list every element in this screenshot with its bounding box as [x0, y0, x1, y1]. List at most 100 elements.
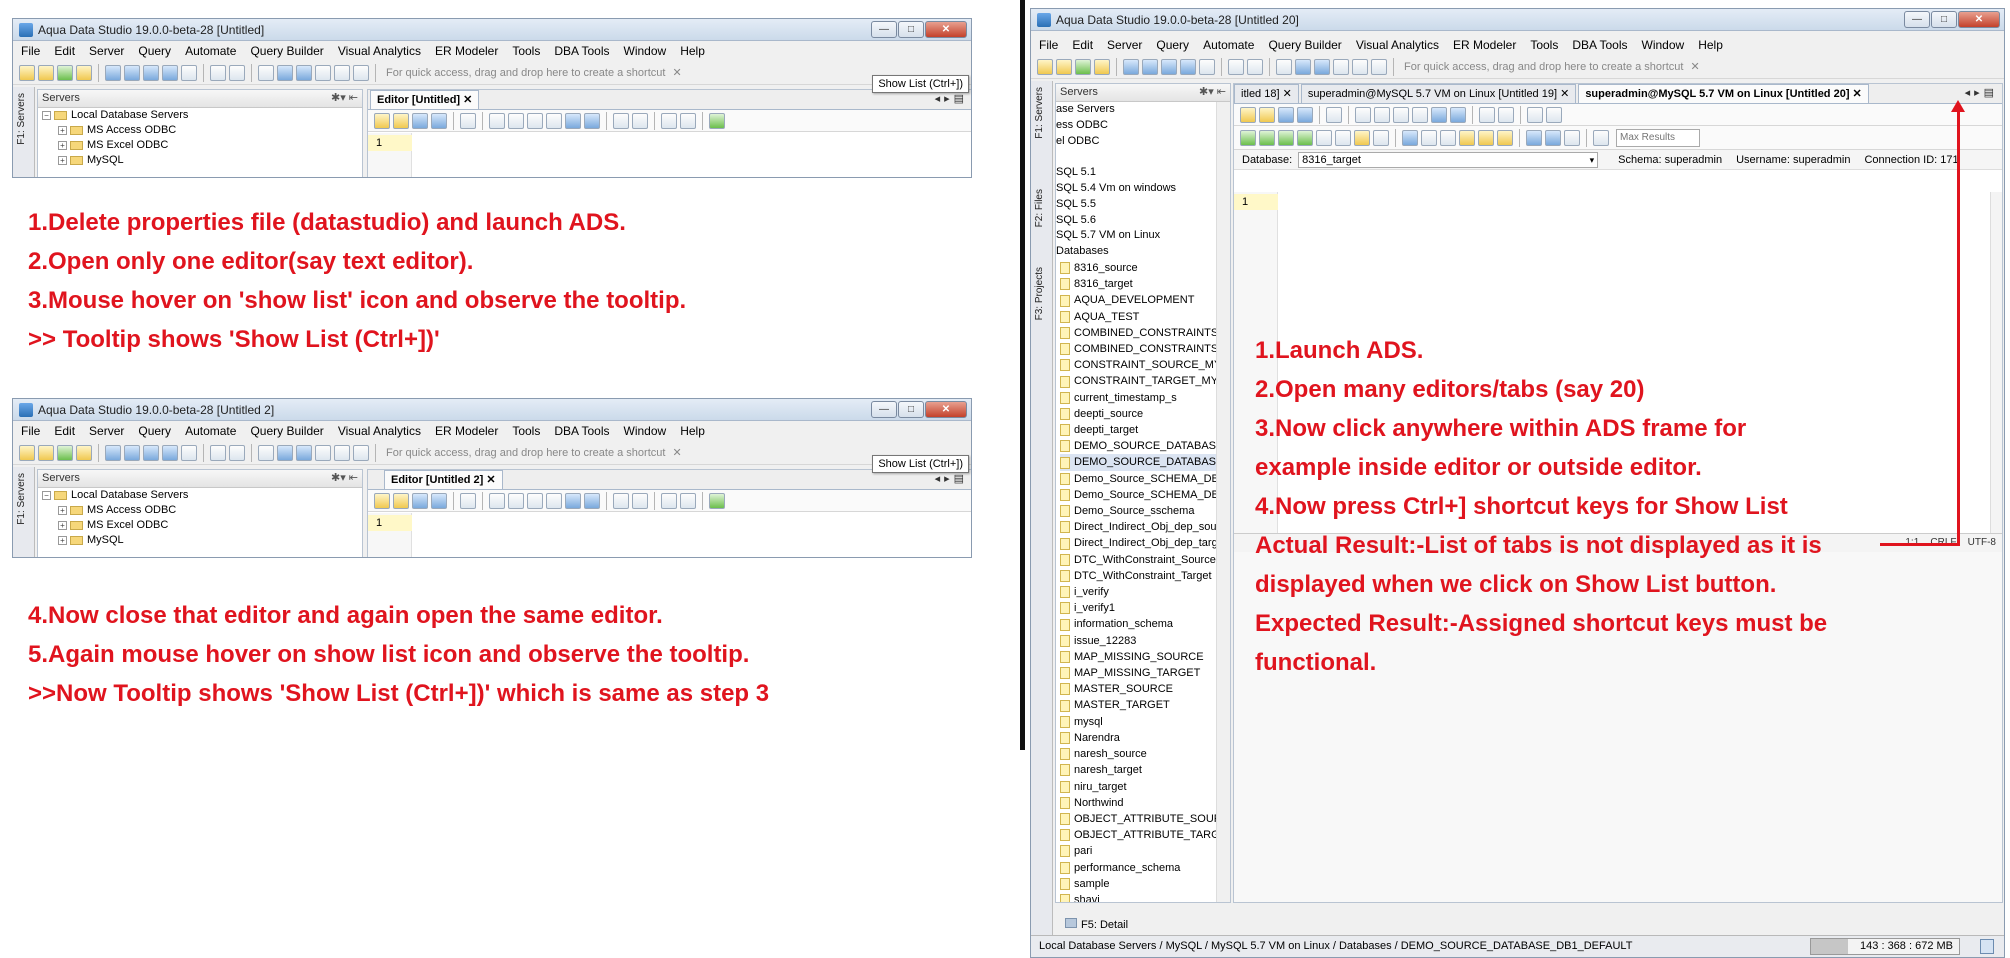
menu-visual-analytics[interactable]: Visual Analytics	[338, 424, 421, 438]
database-item[interactable]: Narendra	[1060, 730, 1230, 746]
tree-node[interactable]: el ODBC	[1056, 134, 1230, 150]
tree-node[interactable]: − Local Database Servers	[42, 108, 362, 123]
tree-node[interactable]: SQL 5.7 VM on Linux	[1056, 228, 1230, 244]
menu-query-builder[interactable]: Query Builder	[1268, 38, 1341, 52]
save-icon[interactable]	[412, 112, 428, 129]
menu-automate[interactable]: Automate	[1203, 38, 1254, 52]
grid-icon[interactable]	[277, 64, 293, 81]
tree-node[interactable]: SQL 5.1	[1056, 165, 1230, 181]
open-icon[interactable]	[1259, 106, 1275, 123]
layout-list-icon[interactable]	[1564, 129, 1580, 146]
open-icon[interactable]	[393, 112, 409, 129]
database-item[interactable]: CONSTRAINT_SOURCE_MYSC	[1060, 357, 1230, 373]
form-icon[interactable]	[315, 64, 331, 81]
menu-query[interactable]: Query	[138, 424, 171, 438]
replace-icon[interactable]	[1498, 106, 1514, 123]
text-editor[interactable]: 1	[368, 513, 971, 557]
form-icon[interactable]	[315, 444, 331, 461]
database-item[interactable]: Northwind	[1060, 795, 1230, 811]
save-as-icon[interactable]	[1297, 106, 1313, 123]
database-item[interactable]: information_schema	[1060, 616, 1230, 632]
undo-icon[interactable]	[565, 112, 581, 129]
database-item[interactable]: OBJECT_ATTRIBUTE_TARGET	[1060, 827, 1230, 843]
menu-edit[interactable]: Edit	[54, 44, 75, 58]
encoding[interactable]: UTF-8	[1968, 537, 1996, 548]
database-item[interactable]: AQUA_DEVELOPMENT	[1060, 292, 1230, 308]
database-item[interactable]: DTC_WithConstraint_Source	[1060, 552, 1230, 568]
commit-icon[interactable]	[1421, 129, 1437, 146]
menu-window[interactable]: Window	[1642, 38, 1685, 52]
save-as-icon[interactable]	[431, 492, 447, 509]
explain-icon[interactable]	[1354, 129, 1370, 146]
database-item[interactable]: naresh_source	[1060, 746, 1230, 762]
tab-untitled-19[interactable]: superadmin@MySQL 5.7 VM on Linux [Untitl…	[1300, 84, 1577, 103]
compare-icon[interactable]	[124, 64, 140, 81]
menu-file[interactable]: File	[21, 44, 40, 58]
database-select[interactable]: 8316_target ▾	[1298, 151, 1599, 168]
tree-node[interactable]: SQL 5.5	[1056, 197, 1230, 213]
layout-single-icon[interactable]	[1526, 129, 1542, 146]
replace-icon[interactable]	[632, 492, 648, 509]
find-icon[interactable]	[613, 492, 629, 509]
tree-node[interactable]: SQL 5.6	[1056, 213, 1230, 229]
copy-icon[interactable]	[527, 112, 543, 129]
results-grid-icon[interactable]	[1402, 129, 1418, 146]
open-query-icon[interactable]	[1056, 58, 1072, 75]
tab-f3-projects[interactable]: F3: Projects	[1034, 267, 1045, 320]
new-icon[interactable]	[374, 112, 390, 129]
report-icon[interactable]	[353, 444, 369, 461]
database-item[interactable]: DEMO_SOURCE_DATABASE_I	[1060, 454, 1230, 471]
undo-icon[interactable]	[1431, 106, 1447, 123]
tab-editor-untitled[interactable]: Editor [Untitled] ✕	[370, 90, 480, 109]
database-item[interactable]: DTC_WithConstraint_Target	[1060, 568, 1230, 584]
query-analyzer-icon[interactable]	[1123, 58, 1139, 75]
export-icon[interactable]	[181, 64, 197, 81]
dropdown-icon[interactable]	[229, 64, 245, 81]
database-item[interactable]: DEMO_SOURCE_DATABASE_I	[1060, 438, 1230, 454]
menu-query[interactable]: Query	[1156, 38, 1189, 52]
close-button[interactable]: ✕	[925, 401, 967, 418]
minimize-button[interactable]: —	[871, 401, 897, 418]
database-item[interactable]: MASTER_SOURCE	[1060, 681, 1230, 697]
menu-server[interactable]: Server	[89, 424, 124, 438]
database-item[interactable]: 8316_source	[1060, 260, 1230, 276]
minimize-button[interactable]: —	[871, 21, 897, 38]
step-icon[interactable]	[1297, 129, 1313, 146]
chart-icon[interactable]	[334, 444, 350, 461]
database-item[interactable]: AQUA_TEST	[1060, 309, 1230, 325]
table-data-icon[interactable]	[162, 444, 178, 461]
new-query-icon[interactable]	[1037, 58, 1053, 75]
database-item[interactable]: issue_12283	[1060, 633, 1230, 649]
chart-icon[interactable]	[334, 64, 350, 81]
tree-node[interactable]: + MS Excel ODBC	[42, 518, 362, 533]
grid-icon[interactable]	[1295, 58, 1311, 75]
pause-icon[interactable]	[1335, 129, 1351, 146]
menu-edit[interactable]: Edit	[54, 424, 75, 438]
database-item[interactable]: MAP_MISSING_SOURCE	[1060, 649, 1230, 665]
panel-menu-icon[interactable]: ✱▾ ⇤	[331, 470, 358, 487]
tree-node[interactable]: − Local Database Servers	[42, 488, 362, 503]
menu-server[interactable]: Server	[1107, 38, 1142, 52]
menu-dba-tools[interactable]: DBA Tools	[1572, 38, 1627, 52]
tab-f1-servers[interactable]: F1: Servers	[1034, 87, 1045, 139]
menu-er-modeler[interactable]: ER Modeler	[435, 424, 498, 438]
menu-query[interactable]: Query	[138, 44, 171, 58]
report-icon[interactable]	[353, 64, 369, 81]
shortcut-clear-icon[interactable]: ✕	[672, 446, 681, 459]
register-server-icon[interactable]	[76, 64, 92, 81]
panel-menu-icon[interactable]: ✱▾ ⇤	[331, 90, 358, 107]
record-icon[interactable]	[1373, 129, 1389, 146]
compare-icon[interactable]	[1142, 58, 1158, 75]
tab-untitled-18[interactable]: itled 18] ✕	[1234, 84, 1299, 103]
search-icon[interactable]	[709, 492, 725, 509]
menu-er-modeler[interactable]: ER Modeler	[1453, 38, 1516, 52]
database-item[interactable]: OBJECT_ATTRIBUTE_SOURCI	[1060, 811, 1230, 827]
copy-icon[interactable]	[527, 492, 543, 509]
panel-menu-icon[interactable]: ✱▾ ⇤	[1199, 84, 1226, 101]
report-icon[interactable]	[1371, 58, 1387, 75]
menu-server[interactable]: Server	[89, 44, 124, 58]
chart-icon[interactable]	[1352, 58, 1368, 75]
menu-dba-tools[interactable]: DBA Tools	[554, 44, 609, 58]
database-item[interactable]: Demo_Source_SCHEMA_DB3	[1060, 487, 1230, 503]
max-results-input[interactable]	[1616, 128, 1700, 147]
